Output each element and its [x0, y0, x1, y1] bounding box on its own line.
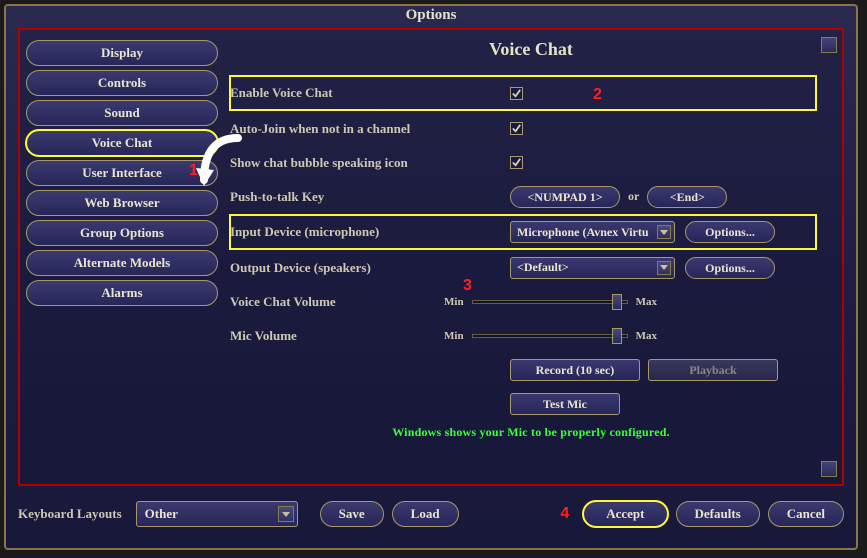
sidebar-item-display[interactable]: Display: [26, 40, 218, 66]
voice-chat-panel: Voice Chat Enable Voice Chat Auto-Join w…: [224, 33, 838, 481]
save-button[interactable]: Save: [320, 501, 384, 527]
bubble-checkbox[interactable]: [510, 156, 523, 169]
scroll-up-icon[interactable]: [821, 37, 837, 53]
slider-thumb[interactable]: [612, 328, 622, 344]
row-bubble: Show chat bubble speaking icon: [230, 147, 816, 178]
input-device-options-button[interactable]: Options...: [685, 221, 775, 243]
output-device-label: Output Device (speakers): [230, 260, 510, 276]
input-device-dropdown[interactable]: Microphone (Avnex Virtu: [510, 221, 675, 243]
panel-scrollbar[interactable]: [821, 37, 837, 477]
slider-thumb[interactable]: [612, 294, 622, 310]
row-test-mic: Test Mic: [230, 388, 816, 419]
sidebar-item-voice-chat[interactable]: Voice Chat: [26, 130, 218, 156]
row-input-device: Input Device (microphone) Microphone (Av…: [230, 215, 816, 249]
test-mic-button[interactable]: Test Mic: [510, 393, 620, 415]
bubble-label: Show chat bubble speaking icon: [230, 155, 510, 171]
scroll-down-icon[interactable]: [821, 461, 837, 477]
ptt-key1-button[interactable]: <NUMPAD 1>: [510, 186, 620, 208]
sidebar-item-web-browser[interactable]: Web Browser: [26, 190, 218, 216]
chevron-down-icon: [657, 225, 671, 239]
ptt-label: Push-to-talk Key: [230, 189, 510, 205]
mic-volume-slider[interactable]: [468, 329, 632, 343]
panel-title: Voice Chat: [224, 33, 838, 70]
mic-volume-max-label: Max: [632, 330, 661, 342]
row-mic-volume: Mic Volume Min Max: [230, 320, 816, 351]
output-device-value: <Default>: [517, 260, 569, 275]
chevron-down-icon: [657, 261, 671, 275]
annotation-4: 4: [560, 505, 569, 523]
sidebar-item-group-options[interactable]: Group Options: [26, 220, 218, 246]
options-body: Display Controls Sound Voice Chat User I…: [18, 28, 844, 486]
check-icon: [511, 157, 522, 168]
autojoin-label: Auto-Join when not in a channel: [230, 121, 510, 137]
keyboard-layouts-label: Keyboard Layouts: [18, 506, 122, 522]
output-device-dropdown[interactable]: <Default>: [510, 257, 675, 279]
output-device-options-button[interactable]: Options...: [685, 257, 775, 279]
defaults-button[interactable]: Defaults: [676, 501, 760, 527]
enable-voice-chat-checkbox[interactable]: [510, 87, 523, 100]
keyboard-layouts-value: Other: [145, 506, 178, 522]
row-autojoin: Auto-Join when not in a channel: [230, 113, 816, 144]
ptt-or-label: or: [628, 189, 639, 204]
cancel-button[interactable]: Cancel: [768, 501, 844, 527]
sidebar-item-controls[interactable]: Controls: [26, 70, 218, 96]
mic-volume-min-label: Min: [440, 330, 468, 342]
category-sidebar: Display Controls Sound Voice Chat User I…: [26, 36, 218, 478]
keyboard-layouts-dropdown[interactable]: Other: [136, 501, 298, 527]
vc-volume-min-label: Min: [440, 296, 468, 308]
input-device-label: Input Device (microphone): [230, 224, 510, 240]
vc-volume-slider[interactable]: [468, 295, 632, 309]
vc-volume-max-label: Max: [632, 296, 661, 308]
slider-track: [472, 300, 628, 304]
mic-volume-label: Mic Volume: [230, 328, 440, 344]
options-window: Options Display Controls Sound Voice Cha…: [4, 4, 858, 550]
sidebar-item-alternate-models[interactable]: Alternate Models: [26, 250, 218, 276]
mic-status-message: Windows shows your Mic to be properly co…: [224, 425, 838, 440]
row-output-device: Output Device (speakers) <Default> Optio…: [230, 252, 816, 283]
sidebar-item-user-interface[interactable]: User Interface: [26, 160, 218, 186]
options-footer: Keyboard Layouts Other Save Load 4 Accep…: [18, 492, 844, 536]
row-record-playback: Record (10 sec) Playback: [230, 354, 816, 385]
vc-volume-label: Voice Chat Volume: [230, 294, 440, 310]
accept-button[interactable]: Accept: [583, 501, 667, 527]
load-button[interactable]: Load: [392, 501, 459, 527]
ptt-key2-button[interactable]: <End>: [647, 186, 727, 208]
slider-track: [472, 334, 628, 338]
row-enable-voice-chat: Enable Voice Chat: [230, 76, 816, 110]
row-vc-volume: Voice Chat Volume Min Max: [230, 286, 816, 317]
window-title: Options: [6, 6, 856, 27]
sidebar-item-alarms[interactable]: Alarms: [26, 280, 218, 306]
autojoin-checkbox[interactable]: [510, 122, 523, 135]
record-button[interactable]: Record (10 sec): [510, 359, 640, 381]
check-icon: [511, 123, 522, 134]
enable-voice-chat-label: Enable Voice Chat: [230, 85, 510, 101]
row-ptt: Push-to-talk Key <NUMPAD 1> or <End>: [230, 181, 816, 212]
playback-button[interactable]: Playback: [648, 359, 778, 381]
sidebar-item-sound[interactable]: Sound: [26, 100, 218, 126]
chevron-down-icon: [278, 506, 294, 522]
input-device-value: Microphone (Avnex Virtu: [517, 225, 649, 240]
check-icon: [511, 88, 522, 99]
